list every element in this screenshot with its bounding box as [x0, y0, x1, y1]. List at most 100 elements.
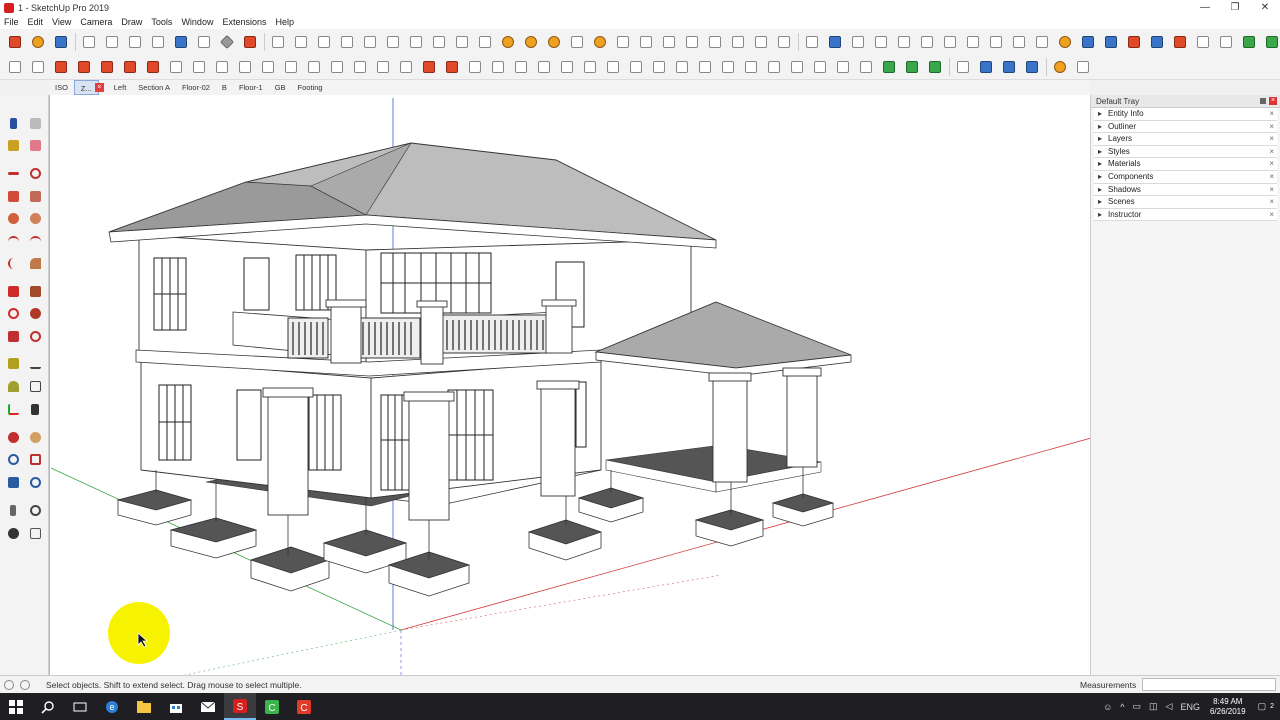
trim-icon[interactable] [987, 33, 1005, 51]
top-view-icon[interactable] [430, 33, 448, 51]
camtasia-taskbar-button[interactable]: C [256, 693, 288, 720]
layer-manager-icon[interactable] [803, 33, 821, 51]
text-tool-icon[interactable] [27, 378, 43, 394]
smoove-icon[interactable] [545, 33, 563, 51]
textured-icon[interactable] [752, 33, 770, 51]
warehouse-icon[interactable] [849, 33, 867, 51]
panel-components[interactable]: Components× [1094, 170, 1277, 184]
window-tool-icon[interactable] [558, 58, 576, 76]
section-plane-icon[interactable] [338, 33, 356, 51]
subtract-icon[interactable] [964, 33, 982, 51]
maximize-button[interactable]: ❐ [1220, 0, 1250, 15]
dimension-icon[interactable] [361, 33, 379, 51]
undo-icon[interactable] [172, 33, 190, 51]
file-explorer-button[interactable] [128, 693, 160, 720]
right-view-icon[interactable] [476, 33, 494, 51]
follow-me-tool-icon[interactable] [27, 305, 43, 321]
door-tool-icon[interactable] [581, 58, 599, 76]
mirror-tool-icon[interactable] [489, 58, 507, 76]
push-pull-tool-icon[interactable] [27, 283, 43, 299]
panel-outliner[interactable]: Outliner× [1094, 120, 1277, 134]
column-tool-icon[interactable] [627, 58, 645, 76]
panel-layers[interactable]: Layers× [1094, 133, 1277, 146]
print-icon[interactable] [218, 33, 236, 51]
roof-tool-icon[interactable] [535, 58, 553, 76]
stamp-icon[interactable] [568, 33, 586, 51]
axes-tool-icon[interactable] [5, 401, 21, 417]
cut-icon[interactable] [80, 33, 98, 51]
scene-tab-floor-02[interactable]: Floor-02 [176, 80, 216, 95]
eraser-tool-icon[interactable] [27, 137, 43, 153]
tray-close-icon[interactable]: × [1269, 97, 1277, 105]
panel-close-icon[interactable]: × [1269, 184, 1274, 197]
zoom-tool-icon[interactable] [1000, 58, 1018, 76]
rotate-tool-icon[interactable] [5, 305, 21, 321]
rotate-tool-icon[interactable] [167, 58, 185, 76]
redo-icon[interactable] [195, 33, 213, 51]
paint-bucket-icon[interactable] [1148, 33, 1166, 51]
shaded-icon[interactable] [729, 33, 747, 51]
panel-close-icon[interactable]: × [1269, 108, 1274, 121]
scene-tab-b[interactable]: B [216, 80, 233, 95]
menu-camera[interactable]: Camera [80, 17, 112, 27]
circle-tool-icon[interactable] [5, 210, 21, 226]
outer-shell-icon[interactable] [895, 33, 913, 51]
line-tool-icon[interactable] [5, 165, 21, 181]
axes-icon[interactable] [1079, 33, 1097, 51]
wireframe-icon[interactable] [683, 33, 701, 51]
task-view-button[interactable] [64, 693, 96, 720]
zoom-extents-tool-icon[interactable] [5, 474, 21, 490]
make-component-tool-icon[interactable] [27, 115, 43, 131]
scene-tab-gb[interactable]: GB [269, 80, 292, 95]
scene-tab-section-a[interactable]: Section A [132, 80, 176, 95]
freehand-tool-icon[interactable] [282, 58, 300, 76]
menu-extensions[interactable]: Extensions [222, 17, 266, 27]
start-button[interactable] [0, 693, 32, 720]
look-around-tool-icon[interactable] [27, 502, 43, 518]
zoom-window-tool-icon[interactable] [27, 451, 43, 467]
menu-edit[interactable]: Edit [28, 17, 44, 27]
close-tab-icon[interactable]: × [94, 83, 104, 92]
panel-entity-info[interactable]: Entity Info× [1094, 108, 1277, 121]
battery-icon[interactable]: ▭ [1133, 701, 1142, 712]
zoom-extents-icon[interactable] [1023, 58, 1041, 76]
offset-tool-icon[interactable] [27, 328, 43, 344]
railing-tool-icon[interactable] [696, 58, 714, 76]
union-icon[interactable] [941, 33, 959, 51]
rotated-rectangle-tool-icon[interactable] [27, 188, 43, 204]
from-contours-icon[interactable] [522, 33, 540, 51]
circle-tool-icon[interactable] [29, 58, 47, 76]
select-tool-icon[interactable] [5, 115, 21, 131]
panel-materials[interactable]: Materials× [1094, 158, 1277, 171]
scene-tab-left[interactable]: Left [108, 80, 133, 95]
minimize-button[interactable]: — [1190, 0, 1220, 15]
tape-measure-tool-icon[interactable] [5, 355, 21, 371]
move-tool-icon[interactable] [5, 283, 21, 299]
walk-icon[interactable] [1102, 33, 1120, 51]
weld-tool-icon[interactable] [420, 58, 438, 76]
fillet-tool-icon[interactable] [305, 58, 323, 76]
model-info-icon[interactable] [241, 33, 259, 51]
protractor-tool-icon[interactable] [5, 378, 21, 394]
arc-tool-icon[interactable] [236, 58, 254, 76]
curve-tool-icon[interactable] [52, 58, 70, 76]
panel-styles[interactable]: Styles× [1094, 145, 1277, 159]
close-button[interactable]: ✕ [1250, 0, 1280, 15]
panel-close-icon[interactable]: × [1269, 146, 1274, 159]
chevron-up-icon[interactable]: ^ [1120, 702, 1124, 712]
polygon-tool-icon[interactable] [213, 58, 231, 76]
model-viewport[interactable] [49, 95, 1090, 675]
pan-arrow-icon[interactable] [1194, 33, 1212, 51]
landscape-tool-icon[interactable] [926, 58, 944, 76]
chamfer-tool-icon[interactable] [328, 58, 346, 76]
drape-icon[interactable] [591, 33, 609, 51]
extension-warehouse-icon[interactable] [872, 33, 890, 51]
front-view-icon[interactable] [453, 33, 471, 51]
people-icon[interactable]: ☺ [1103, 702, 1112, 712]
hidden-line-icon[interactable] [706, 33, 724, 51]
rectangle-tool-icon[interactable] [5, 188, 21, 204]
offset-tool-icon[interactable] [121, 58, 139, 76]
scene-tab-iso[interactable]: ISO [49, 80, 74, 95]
zoom-tool-icon[interactable] [5, 451, 21, 467]
component-tool-icon[interactable] [880, 58, 898, 76]
